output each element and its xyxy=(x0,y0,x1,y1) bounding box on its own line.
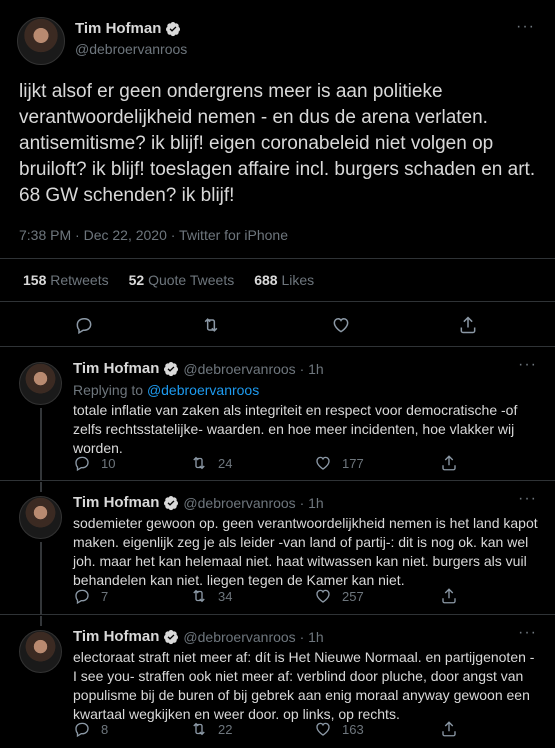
verified-badge-icon xyxy=(164,361,179,376)
reply-icon xyxy=(75,589,89,605)
reply-icon[interactable] xyxy=(73,314,95,336)
reply-tweet[interactable]: Tim Hofman @debroervanroos · 1h ··· sode… xyxy=(0,482,555,615)
like-button[interactable]: 177 xyxy=(314,454,364,472)
author-handle-time[interactable]: @debroervanroos · 1h xyxy=(183,629,323,645)
author-handle[interactable]: @debroervanroos xyxy=(75,41,187,57)
retweet-count: 24 xyxy=(218,455,233,471)
replying-to: Replying to @debroervanroos xyxy=(73,382,260,398)
retweet-button[interactable]: 24 xyxy=(190,454,232,472)
quote-tweets-stat[interactable]: 52 Quote Tweets xyxy=(129,272,235,288)
like-count: 177 xyxy=(342,455,364,471)
retweets-stat[interactable]: 158 Retweets xyxy=(23,272,109,288)
verified-badge-icon xyxy=(164,495,179,510)
author-name[interactable]: Tim Hofman xyxy=(73,628,159,645)
avatar[interactable] xyxy=(19,496,62,539)
thread-line xyxy=(40,616,42,626)
author-row: Tim Hofman xyxy=(75,20,181,37)
tweet-meta[interactable]: 7:38 PM · Dec 22, 2020 · Twitter for iPh… xyxy=(19,227,288,243)
tweet-text: lijkt alsof er geen ondergrens meer is a… xyxy=(19,81,536,206)
retweet-count: 34 xyxy=(218,588,233,604)
reply-action-bar: 10 24 177 xyxy=(73,454,533,474)
reply-button[interactable]: 10 xyxy=(73,454,115,472)
thread-line xyxy=(40,482,42,492)
main-action-bar xyxy=(0,308,555,340)
share-button[interactable] xyxy=(440,720,458,738)
retweet-button[interactable]: 34 xyxy=(190,587,232,605)
reply-count: 7 xyxy=(101,588,109,604)
more-options-icon[interactable]: ··· xyxy=(516,18,535,36)
reply-count: 8 xyxy=(101,721,109,737)
reply-tweet[interactable]: Tim Hofman @debroervanroos · 1h ··· Repl… xyxy=(0,348,555,481)
reply-icon xyxy=(75,722,89,738)
retweet-button[interactable]: 22 xyxy=(190,720,232,738)
like-count: 163 xyxy=(342,721,364,737)
share-button[interactable] xyxy=(440,587,458,605)
author-row: Tim Hofman @debroervanroos · 1h xyxy=(73,360,324,377)
retweet-count: 22 xyxy=(218,721,233,737)
more-options-icon[interactable]: ··· xyxy=(518,624,537,642)
likes-stat[interactable]: 688 Likes xyxy=(254,272,314,288)
reply-count: 10 xyxy=(101,455,116,471)
main-tweet: Tim Hofman @debroervanroos ··· lijkt als… xyxy=(0,0,555,347)
retweet-icon xyxy=(193,722,205,736)
like-icon xyxy=(316,722,330,736)
retweet-icon[interactable] xyxy=(200,314,222,336)
author-name[interactable]: Tim Hofman xyxy=(75,20,161,37)
avatar[interactable] xyxy=(19,362,62,405)
share-button[interactable] xyxy=(440,454,458,472)
retweet-icon xyxy=(193,589,205,603)
thread-line xyxy=(40,408,42,481)
verified-badge-icon xyxy=(166,21,181,36)
like-count: 257 xyxy=(342,588,364,604)
author-handle-time[interactable]: @debroervanroos · 1h xyxy=(183,361,323,377)
author-handle-time[interactable]: @debroervanroos · 1h xyxy=(183,495,323,511)
reply-icon xyxy=(75,456,89,472)
author-row: Tim Hofman @debroervanroos · 1h xyxy=(73,494,324,511)
share-icon xyxy=(442,721,456,737)
author-row: Tim Hofman @debroervanroos · 1h xyxy=(73,628,324,645)
tweet-text: sodemieter gewoon op. geen verantwoordel… xyxy=(73,515,538,588)
share-icon xyxy=(442,588,456,604)
reply-tweet[interactable]: Tim Hofman @debroervanroos · 1h ··· elec… xyxy=(0,616,555,748)
like-button[interactable]: 163 xyxy=(314,720,364,738)
tweet-text: totale inflatie van zaken als integritei… xyxy=(73,402,518,456)
author-name[interactable]: Tim Hofman xyxy=(73,494,159,511)
like-icon xyxy=(316,589,330,603)
retweet-icon xyxy=(193,456,205,470)
like-icon[interactable] xyxy=(330,314,352,336)
replying-to-link[interactable]: @debroervanroos xyxy=(147,382,259,398)
thread-line xyxy=(40,542,42,615)
share-icon[interactable] xyxy=(457,314,479,336)
more-options-icon[interactable]: ··· xyxy=(518,356,537,374)
reply-action-bar: 7 34 257 xyxy=(73,587,533,607)
reply-button[interactable]: 8 xyxy=(73,720,108,738)
tweet-text: electoraat straft niet meer af: dít is H… xyxy=(73,649,535,722)
author-name[interactable]: Tim Hofman xyxy=(73,360,159,377)
reply-button[interactable]: 7 xyxy=(73,587,108,605)
more-options-icon[interactable]: ··· xyxy=(518,490,537,508)
share-icon xyxy=(442,455,456,471)
avatar[interactable] xyxy=(17,17,65,65)
tweet-stats: 158 Retweets 52 Quote Tweets 688 Likes xyxy=(0,258,555,302)
like-icon xyxy=(316,456,330,470)
verified-badge-icon xyxy=(164,629,179,644)
like-button[interactable]: 257 xyxy=(314,587,364,605)
reply-action-bar: 8 22 163 xyxy=(73,720,533,740)
avatar[interactable] xyxy=(19,630,62,673)
